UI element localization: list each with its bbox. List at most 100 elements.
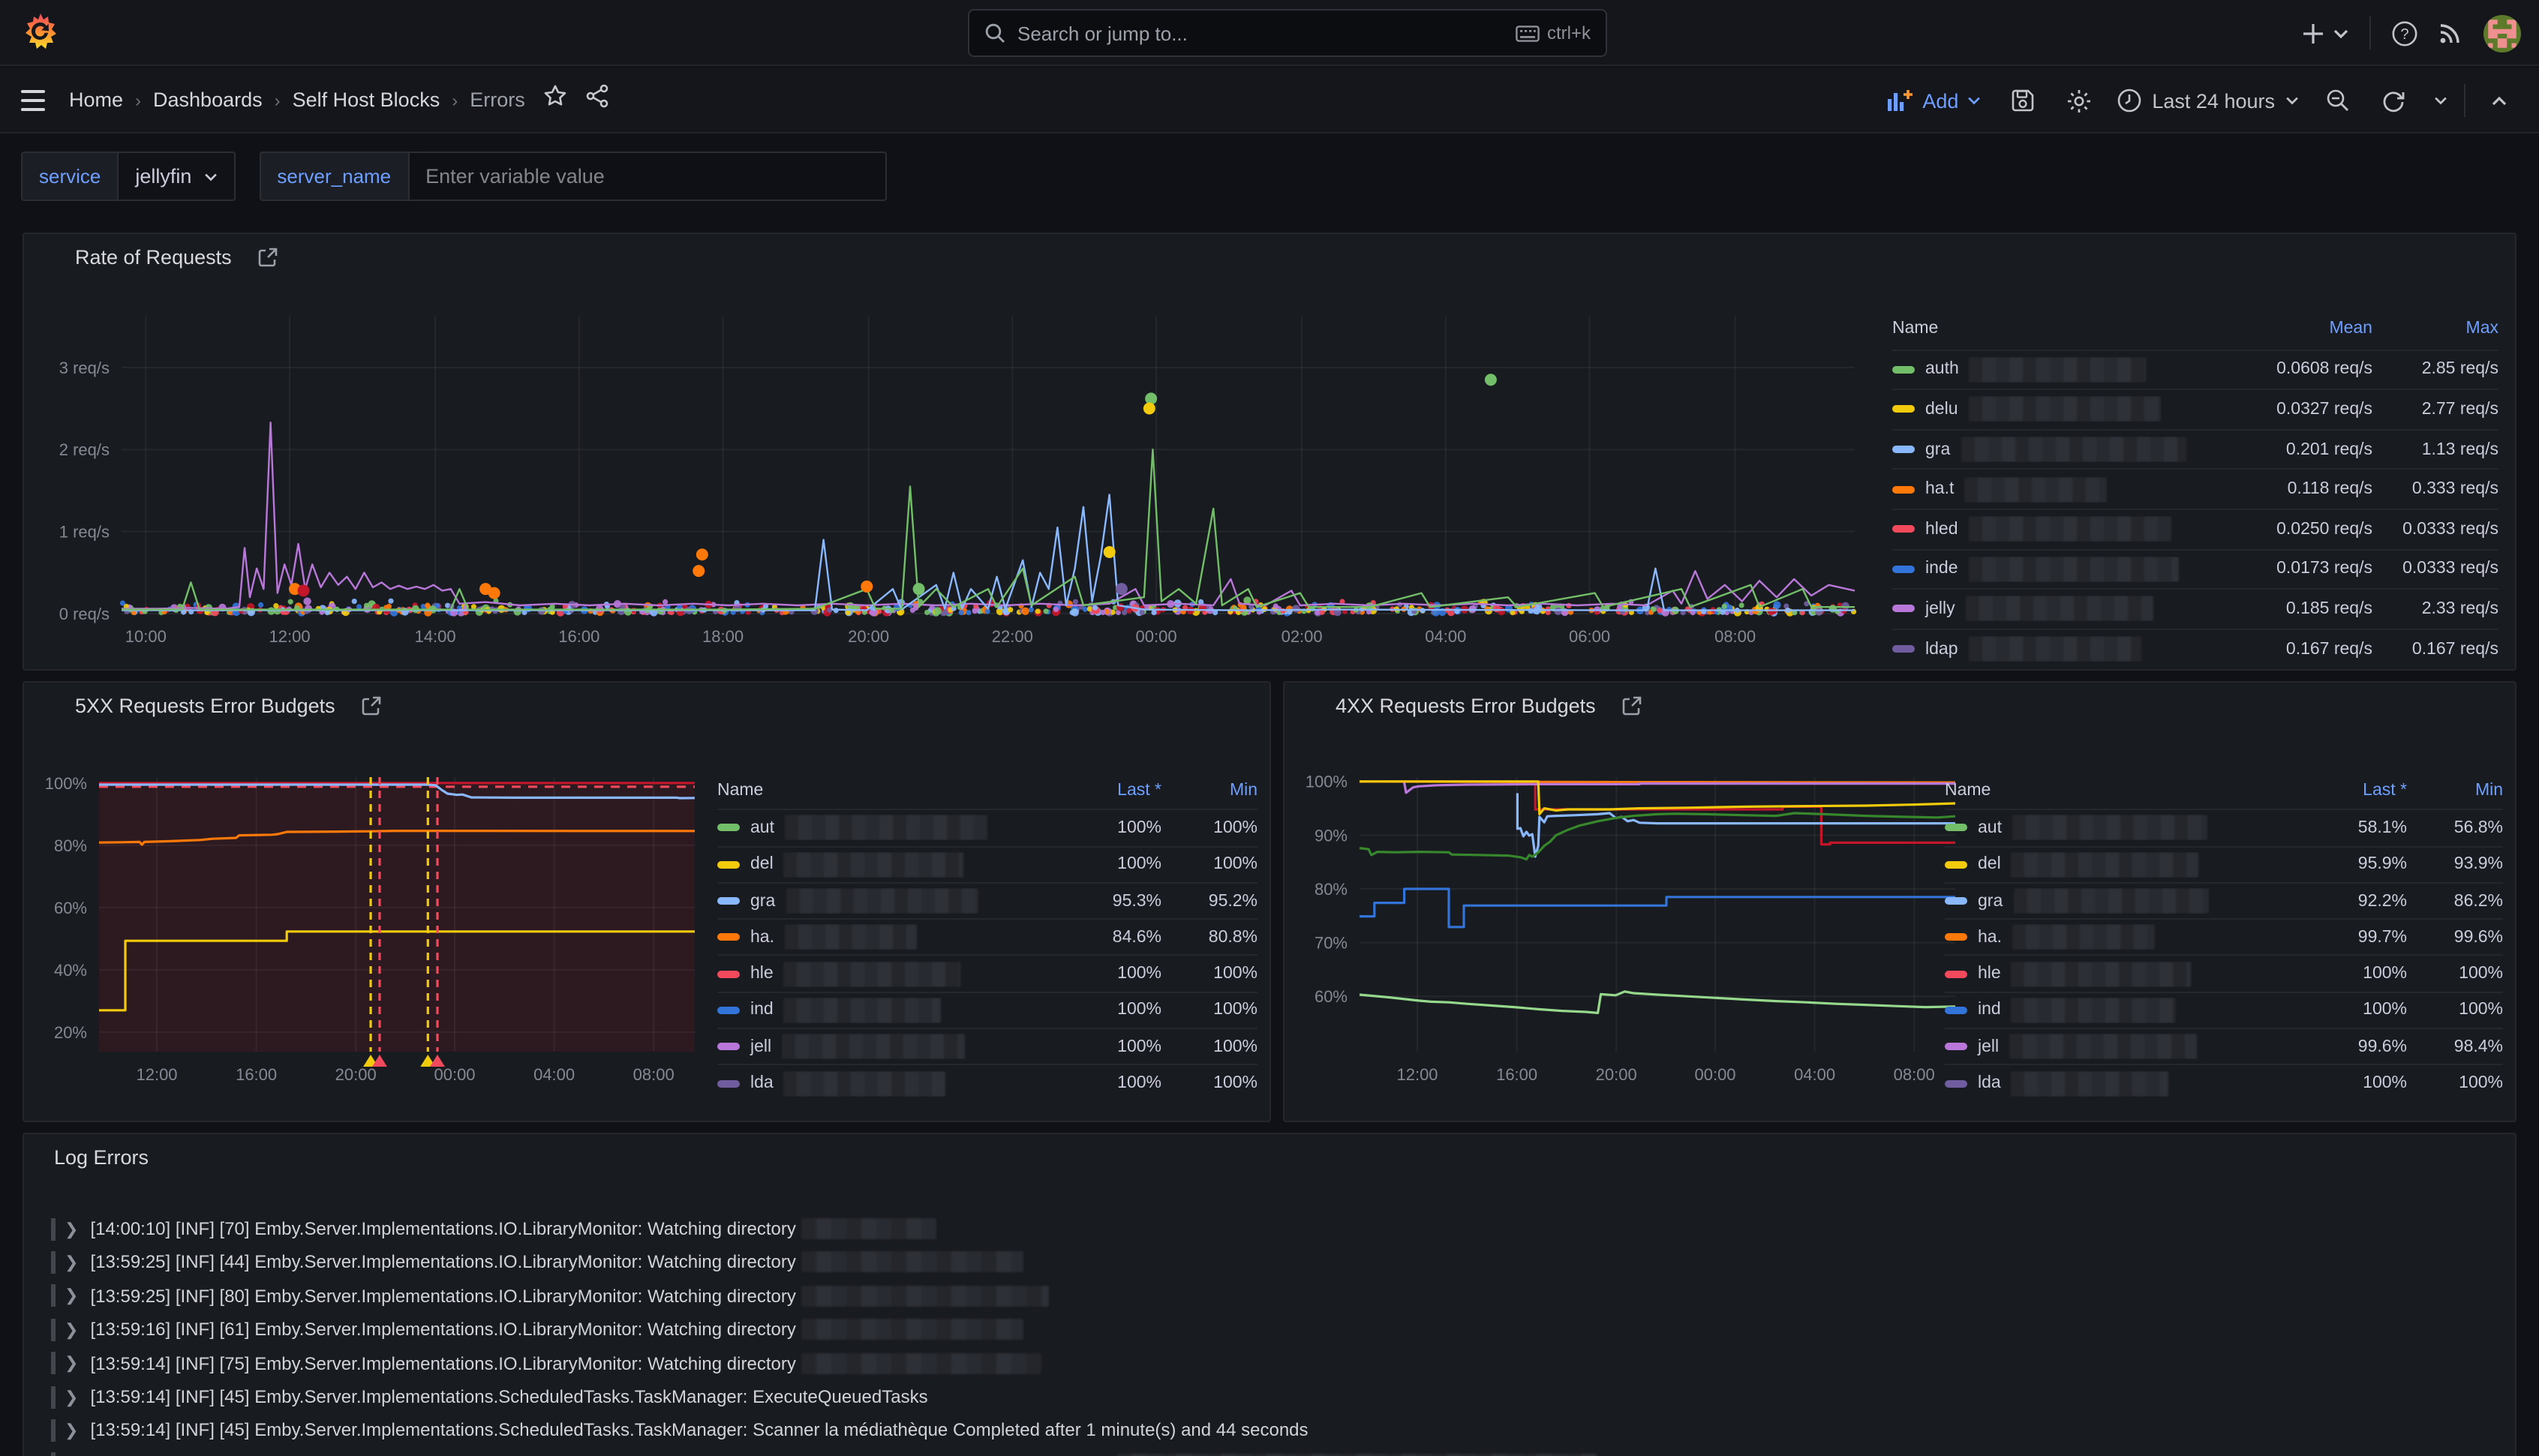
expand-log-icon[interactable]: ❯: [65, 1387, 78, 1406]
legend-series-name[interactable]: hle: [1945, 961, 2296, 986]
legend-series-name[interactable]: delu: [1892, 397, 2219, 422]
legend-col-2[interactable]: Min: [2407, 782, 2503, 800]
menu-toggle-icon[interactable]: [21, 89, 45, 110]
series-color-chip: [1892, 406, 1915, 413]
legend-series-name[interactable]: ind: [1945, 998, 2296, 1023]
legend-series-name[interactable]: ind: [717, 998, 1050, 1023]
add-panel-icon: [1888, 89, 1913, 112]
legend-series-name[interactable]: aut: [1945, 815, 2296, 841]
grafana-logo-icon[interactable]: [21, 11, 60, 53]
refresh-interval-dropdown[interactable]: [2426, 78, 2453, 123]
new-button[interactable]: [2302, 22, 2348, 44]
log-line[interactable]: ❯[13:59:25] [INF] [80] Emby.Server.Imple…: [51, 1281, 1056, 1311]
redacted-text: [1116, 1454, 1596, 1456]
legend-series-name[interactable]: ha.t: [1892, 476, 2219, 502]
legend-series-name[interactable]: gra: [1892, 437, 2219, 462]
dashboard-settings-button[interactable]: [2056, 78, 2101, 123]
log-line[interactable]: ❯[13:59:14] [INF] [45] Emby.Server.Imple…: [51, 1382, 928, 1412]
legend-series-name[interactable]: del: [1945, 851, 2296, 877]
collapse-toolbar-button[interactable]: [2476, 78, 2521, 123]
avatar[interactable]: [2483, 14, 2521, 52]
breadcrumb-item[interactable]: Self Host Blocks: [293, 89, 440, 111]
log-line[interactable]: ❯[13:59:13] [INF] [70] Emby.Drawing.Imag…: [51, 1449, 1637, 1456]
svg-text:02:00: 02:00: [1282, 627, 1323, 646]
panel-title[interactable]: Log Errors: [54, 1146, 149, 1169]
variable-value-input[interactable]: [409, 152, 886, 201]
expand-log-icon[interactable]: ❯: [65, 1421, 78, 1440]
legend-col-name[interactable]: Name: [1945, 782, 2296, 800]
external-link-icon[interactable]: [1623, 696, 1642, 716]
redacted-text: [802, 1286, 1050, 1307]
rate-of-requests-chart[interactable]: 10:0012:0014:0016:0018:0020:0022:0000:00…: [36, 309, 1897, 662]
5xx-error-budget-chart[interactable]: 12:0016:0020:0000:0004:0008:0020%40%60%8…: [36, 752, 711, 1115]
expand-log-icon[interactable]: ❯: [65, 1253, 78, 1272]
legend-series-name[interactable]: jell: [717, 1034, 1050, 1059]
svg-text:16:00: 16:00: [558, 627, 599, 646]
legend-col-2[interactable]: Min: [1161, 782, 1257, 800]
expand-log-icon[interactable]: ❯: [65, 1319, 78, 1339]
4xx-error-budget-chart[interactable]: 12:0016:0020:0000:0004:0008:0060%70%80%9…: [1297, 752, 1972, 1115]
panel-title[interactable]: Rate of Requests: [75, 246, 278, 269]
log-line[interactable]: ❯[13:59:14] [INF] [45] Emby.Server.Imple…: [51, 1415, 1309, 1445]
add-button[interactable]: Add: [1879, 89, 1990, 112]
time-range-picker[interactable]: Last 24 hours: [2111, 89, 2305, 113]
chevron-down-icon: [203, 172, 217, 181]
share-icon[interactable]: [585, 84, 609, 116]
expand-log-icon[interactable]: ❯: [65, 1353, 78, 1373]
legend-header: NameLast *Min: [1945, 773, 2503, 809]
redacted-text: [802, 1352, 1042, 1373]
legend-series-name[interactable]: aut: [717, 815, 1050, 841]
log-line[interactable]: ❯[13:59:14] [INF] [75] Emby.Server.Imple…: [51, 1348, 1048, 1378]
save-dashboard-button[interactable]: [2000, 78, 2045, 123]
refresh-button[interactable]: [2371, 78, 2416, 123]
log-line[interactable]: ❯[14:00:10] [INF] [70] Emby.Server.Imple…: [51, 1214, 943, 1244]
expand-log-icon[interactable]: ❯: [65, 1219, 78, 1238]
legend-series-name[interactable]: ha.: [1945, 925, 2296, 950]
help-button[interactable]: ?: [2392, 20, 2417, 46]
legend-series-name[interactable]: auth: [1892, 357, 2219, 383]
news-button[interactable]: [2438, 21, 2462, 45]
legend-col-1[interactable]: Mean: [2219, 320, 2372, 338]
legend-col-1[interactable]: Last *: [2296, 782, 2407, 800]
external-link-icon[interactable]: [259, 248, 278, 267]
log-line[interactable]: ❯[13:59:16] [INF] [61] Emby.Server.Imple…: [51, 1314, 1030, 1344]
legend-row: jell100%100%: [717, 1028, 1257, 1064]
save-icon: [2011, 89, 2035, 113]
favorite-star-icon[interactable]: [543, 84, 567, 116]
expand-log-icon[interactable]: ❯: [65, 1286, 78, 1306]
svg-text:08:00: 08:00: [1714, 627, 1756, 646]
series-color-chip: [717, 970, 740, 977]
legend-series-name[interactable]: gra: [1945, 888, 2296, 914]
legend-series-name[interactable]: hle: [717, 961, 1050, 986]
legend-series-name[interactable]: gra: [717, 888, 1050, 914]
search-input[interactable]: Search or jump to... ctrl+k: [968, 9, 1607, 57]
legend-series-name[interactable]: hled: [1892, 517, 2219, 542]
chevron-down-icon: [2333, 28, 2348, 38]
legend-row: del95.9%93.9%: [1945, 845, 2503, 882]
legend-series-name[interactable]: lda: [1945, 1070, 2296, 1096]
legend-col-name[interactable]: Name: [717, 782, 1050, 800]
legend-col-1[interactable]: Last *: [1050, 782, 1161, 800]
variable-value-dropdown[interactable]: jellyfin: [119, 152, 235, 201]
legend-series-name[interactable]: jelly: [1892, 596, 2219, 622]
legend-series-name[interactable]: lda: [717, 1070, 1050, 1096]
svg-text:22:00: 22:00: [992, 627, 1033, 646]
panel-title[interactable]: 4XX Requests Error Budgets: [1336, 695, 1642, 717]
legend-series-name[interactable]: ldap: [1892, 636, 2219, 662]
legend-series-name[interactable]: inde: [1892, 557, 2219, 582]
breadcrumb-item[interactable]: Errors: [470, 89, 525, 111]
legend-col-name[interactable]: Name: [1892, 320, 2219, 338]
log-line[interactable]: ❯[13:59:25] [INF] [44] Emby.Server.Imple…: [51, 1247, 1030, 1277]
external-link-icon[interactable]: [362, 696, 382, 716]
svg-text:14:00: 14:00: [415, 627, 456, 646]
gear-icon: [2066, 88, 2091, 113]
panel-title[interactable]: 5XX Requests Error Budgets: [75, 695, 382, 717]
zoom-out-button[interactable]: [2315, 78, 2360, 123]
legend-col-2[interactable]: Max: [2372, 320, 2498, 338]
breadcrumb-item[interactable]: Home: [69, 89, 123, 111]
legend-series-name[interactable]: ha.: [717, 925, 1050, 950]
breadcrumb-item[interactable]: Dashboards: [153, 89, 263, 111]
redacted-text: [2012, 998, 2177, 1023]
legend-series-name[interactable]: jell: [1945, 1034, 2296, 1059]
legend-series-name[interactable]: del: [717, 851, 1050, 877]
